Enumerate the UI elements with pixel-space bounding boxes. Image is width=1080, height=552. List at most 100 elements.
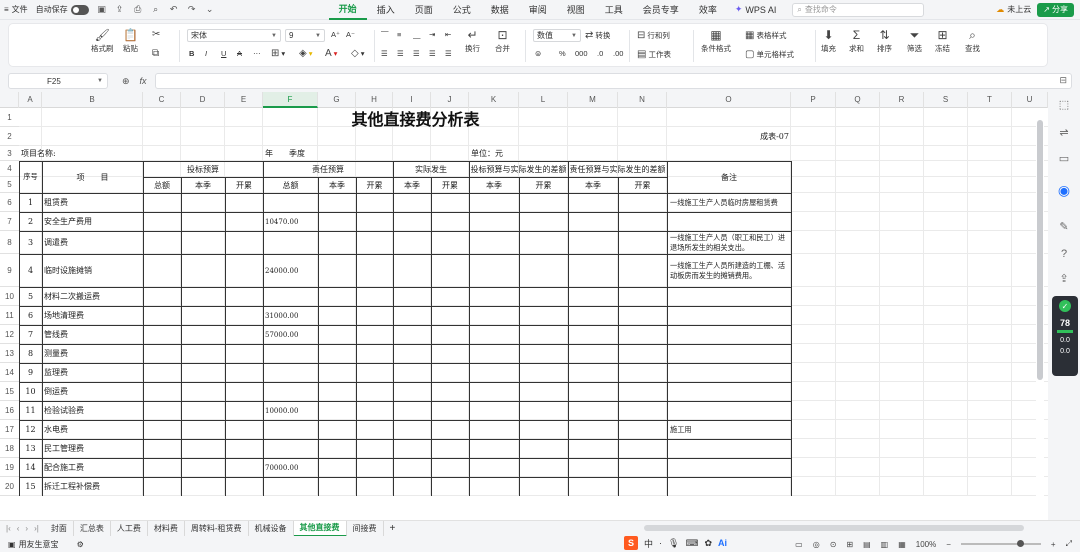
sidebar-icon[interactable]: ▭: [1056, 150, 1072, 166]
copy-icon[interactable]: ⧉: [152, 48, 161, 59]
column-header[interactable]: A: [19, 92, 42, 108]
align-left-icon[interactable]: ☰: [381, 49, 388, 58]
zoom-knob[interactable]: [1016, 540, 1024, 547]
break-view-icon[interactable]: ▥: [881, 540, 889, 549]
row-header[interactable]: 2: [0, 127, 19, 146]
zoom-in-icon[interactable]: +: [1051, 540, 1056, 549]
next-sheet-icon[interactable]: ›: [25, 524, 28, 533]
row-header[interactable]: 3: [0, 146, 19, 161]
read-view-icon[interactable]: ▦: [898, 540, 906, 549]
column-header[interactable]: B: [42, 92, 143, 108]
zoom-formula-icon[interactable]: ⊕: [122, 76, 130, 87]
sogou-icon[interactable]: S: [624, 536, 638, 550]
first-sheet-icon[interactable]: |‹: [6, 524, 11, 533]
export-icon[interactable]: ⇪: [114, 4, 126, 16]
performance-widget[interactable]: ✓ 78 0.0 0.0: [1052, 296, 1078, 376]
more-icon[interactable]: ⌄: [204, 4, 216, 16]
row-header[interactable]: 18: [0, 439, 19, 458]
row-header[interactable]: 20: [0, 477, 19, 496]
currency-icon[interactable]: ⊜: [535, 49, 541, 58]
indent-icon[interactable]: ⇥: [429, 30, 435, 39]
convert-button[interactable]: ⇄ 转换: [585, 30, 610, 41]
normal-view-icon[interactable]: ⊞: [846, 540, 853, 549]
strikethrough-icon[interactable]: A: [237, 49, 242, 58]
column-header[interactable]: I: [393, 92, 431, 108]
row-header[interactable]: 7: [0, 212, 19, 231]
merge-button[interactable]: ⊡ 合并: [495, 28, 510, 54]
print-icon[interactable]: ⎙: [132, 4, 144, 16]
macro-icon[interactable]: ⚙: [77, 540, 84, 549]
thousands-icon[interactable]: 000: [575, 49, 588, 58]
menu-tab[interactable]: 效率: [689, 0, 727, 20]
column-header[interactable]: O: [667, 92, 791, 108]
skin-icon[interactable]: ✿: [704, 538, 712, 549]
column-header[interactable]: P: [791, 92, 836, 108]
sheet-tab[interactable]: 材料费: [148, 520, 185, 537]
paste-button[interactable]: 📋 粘贴: [123, 28, 138, 54]
font-grow-icon[interactable]: A⁺: [331, 30, 340, 39]
menu-tab[interactable]: 页面: [405, 0, 443, 20]
wps-ai-button[interactable]: ✦ WPS AI: [727, 4, 785, 15]
view-icon-2[interactable]: ◎: [813, 540, 820, 549]
distributed-icon[interactable]: ☰: [445, 49, 452, 58]
redo-icon[interactable]: ↷: [186, 4, 198, 16]
fx-icon[interactable]: fx: [140, 76, 147, 86]
search-box[interactable]: ⌕ 查找命令: [792, 2, 925, 17]
decimal-remove-icon[interactable]: .00: [613, 49, 623, 58]
column-header[interactable]: H: [356, 92, 393, 108]
column-header[interactable]: T: [968, 92, 1012, 108]
more-font-icon[interactable]: ⋯: [253, 49, 261, 58]
brush-icon[interactable]: ✎: [1056, 218, 1072, 234]
menu-tab[interactable]: 审阅: [519, 0, 557, 20]
format-painter-button[interactable]: 🖌 格式刷: [91, 28, 114, 54]
menu-tab[interactable]: 插入: [367, 0, 405, 20]
cell-style-button[interactable]: ▢ 单元格样式: [745, 49, 794, 60]
cells-area[interactable]: 其他直接费分析表 成表-07 项目名称: 年 季度 单位：元 序号 项 目 投标预算 责任预算 实…: [19, 108, 1048, 520]
save-icon[interactable]: ▣: [96, 4, 108, 16]
row-header[interactable]: 6: [0, 193, 19, 212]
zoom-level[interactable]: 100%: [916, 540, 936, 549]
view-icon-3[interactable]: ⊙: [830, 540, 837, 549]
column-header[interactable]: S: [924, 92, 968, 108]
row-header[interactable]: 13: [0, 344, 19, 363]
filter-button[interactable]: ⏷ 筛选: [907, 28, 922, 54]
mic-icon[interactable]: 🎙: [668, 538, 679, 549]
font-name-select[interactable]: 宋体 ▼: [187, 29, 281, 42]
row-header[interactable]: 11: [0, 306, 19, 325]
row-header[interactable]: 17: [0, 420, 19, 439]
percent-icon[interactable]: %: [559, 49, 566, 58]
column-header[interactable]: F: [263, 92, 318, 108]
italic-icon[interactable]: I: [205, 49, 207, 58]
page-view-icon[interactable]: ▤: [863, 540, 871, 549]
expand-icon[interactable]: ⊟: [1059, 75, 1067, 86]
name-box[interactable]: F25 ▼: [8, 73, 108, 89]
autosave-toggle[interactable]: 自动保存: [32, 0, 93, 20]
cloud-status[interactable]: ☁ 未上云: [990, 4, 1037, 15]
keyboard-icon[interactable]: ⌨: [685, 538, 698, 549]
align-center-icon[interactable]: ☰: [397, 49, 404, 58]
column-header[interactable]: R: [880, 92, 924, 108]
horizontal-scrollbar[interactable]: [644, 525, 1024, 531]
view-icon-1[interactable]: ▭: [795, 540, 803, 549]
row-header[interactable]: 8: [0, 231, 19, 254]
column-header[interactable]: Q: [836, 92, 880, 108]
menu-tab[interactable]: 数据: [481, 0, 519, 20]
column-header[interactable]: G: [318, 92, 356, 108]
align-bottom-icon[interactable]: ⎽: [413, 30, 421, 40]
undo-icon[interactable]: ↶: [168, 4, 180, 16]
fill-button[interactable]: ⬇ 填充: [821, 28, 836, 54]
sheet-tab[interactable]: 封面: [45, 520, 74, 537]
bold-icon[interactable]: B: [189, 49, 194, 58]
menu-tab[interactable]: 开始: [328, 0, 367, 20]
prev-sheet-icon[interactable]: ‹: [17, 524, 20, 533]
column-header[interactable]: E: [225, 92, 263, 108]
add-sheet-icon[interactable]: +: [384, 523, 402, 534]
sheet-tab[interactable]: 人工费: [111, 520, 148, 537]
row-header[interactable]: 15: [0, 382, 19, 401]
select-icon[interactable]: ⬚: [1056, 96, 1072, 112]
scroll-thumb[interactable]: [1037, 120, 1043, 380]
rows-cols-button[interactable]: ⊟ 行和列: [637, 30, 670, 41]
row-header[interactable]: 12: [0, 325, 19, 344]
row-header[interactable]: 10: [0, 287, 19, 306]
select-all-corner[interactable]: [0, 92, 19, 108]
